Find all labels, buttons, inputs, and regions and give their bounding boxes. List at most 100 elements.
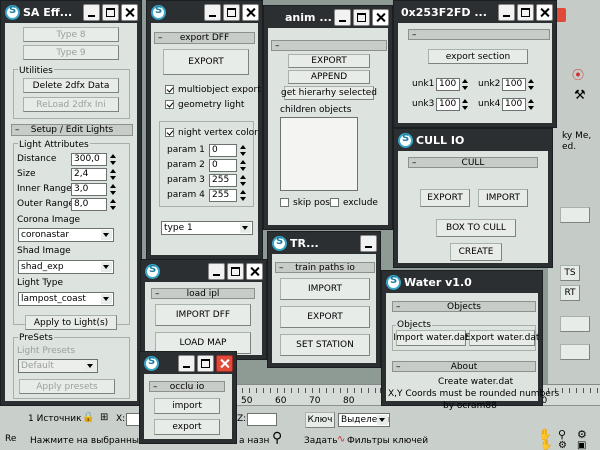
cull-import-button[interactable]: IMPORT <box>478 189 528 207</box>
key-button[interactable]: Ключ <box>305 412 335 428</box>
param1-field[interactable]: 0 <box>209 144 237 157</box>
title-bar[interactable]: anim ... <box>267 6 389 28</box>
param4-field[interactable]: 255 <box>209 189 237 202</box>
occlu-header[interactable]: – occlu io <box>149 381 225 392</box>
right-panel-button[interactable] <box>560 207 590 223</box>
minimize-button[interactable] <box>498 3 515 21</box>
train-export-button[interactable]: EXPORT <box>280 306 370 328</box>
export-button[interactable]: EXPORT <box>163 49 249 75</box>
timeline-ruler[interactable]: 50 60 70 80 <box>235 384 380 406</box>
type8-button[interactable]: Type 8 <box>23 27 119 42</box>
corona-image-dropdown[interactable]: coronastar <box>18 228 114 242</box>
import-water-button[interactable]: Import water.dat <box>393 330 469 346</box>
param1-spinner[interactable] <box>239 144 247 157</box>
about-header[interactable]: – About <box>392 361 536 372</box>
title-bar[interactable]: 0x253F2FD ... <box>397 1 553 23</box>
lock-icon[interactable]: 🔒 <box>82 412 94 423</box>
append-button[interactable]: APPEND <box>288 70 370 84</box>
minimize-button[interactable] <box>83 3 100 21</box>
title-bar[interactable]: SA Eff... <box>4 1 138 23</box>
magnet-icon[interactable]: ⦿ <box>572 66 584 83</box>
title-bar[interactable]: Water v1.0 <box>385 271 539 293</box>
unk1-spinner[interactable] <box>461 78 469 91</box>
cull-header[interactable]: – CULL <box>408 157 538 168</box>
maximize-button[interactable] <box>227 262 244 280</box>
train-import-button[interactable]: IMPORT <box>280 278 370 300</box>
maximize-button[interactable] <box>223 3 240 21</box>
unk2-field[interactable]: 100 <box>502 78 526 91</box>
selection-filter-dropdown[interactable]: Выделенн <box>338 413 390 427</box>
param4-spinner[interactable] <box>239 189 247 202</box>
size-field[interactable]: 2,4 <box>71 168 107 181</box>
night-vertex-checkbox[interactable] <box>165 128 174 137</box>
orbit-icon-2[interactable]: ⚙ <box>558 440 567 450</box>
transform-icon[interactable]: ⊞ <box>100 412 108 423</box>
curve-icon[interactable]: ∿ <box>337 434 345 445</box>
unk1-field[interactable]: 100 <box>436 78 460 91</box>
export-section-button[interactable]: export section <box>428 49 528 64</box>
size-spinner[interactable] <box>109 168 117 181</box>
maximize-button[interactable] <box>517 3 534 21</box>
anim-export-button[interactable]: EXPORT <box>288 54 370 68</box>
load-ipl-header[interactable]: – load ipl <box>151 288 255 299</box>
unk4-field[interactable]: 100 <box>502 98 526 111</box>
maximize-button[interactable] <box>353 8 370 26</box>
close-button[interactable] <box>246 262 263 280</box>
import-dff-button[interactable]: IMPORT DFF <box>155 304 251 326</box>
key-icon[interactable]: ⚲ <box>272 430 282 446</box>
title-bar[interactable]: CULL IO <box>397 129 549 151</box>
minimize-button[interactable] <box>334 8 351 26</box>
exclude-checkbox[interactable] <box>330 198 339 207</box>
get-hierarchy-button[interactable]: get hierarhy selected <box>281 86 377 100</box>
right-panel-button-4[interactable] <box>560 344 590 360</box>
param2-spinner[interactable] <box>239 159 247 172</box>
apply-to-lights-button[interactable]: Apply to Light(s) <box>25 315 117 330</box>
close-button[interactable] <box>372 8 389 26</box>
skip-pos-checkbox[interactable] <box>280 198 289 207</box>
minimize-button[interactable] <box>178 354 195 372</box>
setup-lights-header[interactable]: – Setup / Edit Lights <box>11 124 133 136</box>
unk3-spinner[interactable] <box>461 98 469 111</box>
light-type-dropdown[interactable]: lampost_coast <box>18 292 114 306</box>
z-coord-field[interactable] <box>247 413 277 426</box>
title-bar[interactable] <box>143 352 233 374</box>
title-bar[interactable] <box>144 260 263 282</box>
unk3-field[interactable]: 100 <box>436 98 460 111</box>
maximize-button[interactable] <box>102 3 119 21</box>
hex-rollout-header[interactable]: – <box>408 29 550 40</box>
minimize-button[interactable] <box>360 234 377 252</box>
param2-field[interactable]: 0 <box>209 159 237 172</box>
set-key-label[interactable]: Задать <box>304 436 338 446</box>
export-dff-header[interactable]: – export DFF <box>154 32 255 44</box>
title-bar[interactable]: TR... <box>271 232 377 254</box>
close-button[interactable] <box>536 3 553 21</box>
geometry-light-checkbox[interactable] <box>165 100 174 109</box>
pan-icon[interactable]: ✋ <box>540 440 552 450</box>
unk4-spinner[interactable] <box>527 98 535 111</box>
maximize-icon[interactable]: ▣ <box>577 440 586 450</box>
close-button[interactable] <box>216 354 233 372</box>
objects-header[interactable]: – Objects <box>392 301 536 312</box>
type-dropdown[interactable]: type 1 <box>161 221 253 235</box>
distance-spinner[interactable] <box>109 153 117 166</box>
param3-field[interactable]: 255 <box>209 174 237 187</box>
occlu-import-button[interactable]: import <box>154 398 220 414</box>
close-button[interactable] <box>242 3 259 21</box>
export-water-button[interactable]: Export water.dat <box>465 330 539 346</box>
distance-field[interactable]: 300,0 <box>71 153 107 166</box>
close-button[interactable] <box>121 3 138 21</box>
delete-2dfx-button[interactable]: Delete 2dfx Data <box>23 78 119 93</box>
right-panel-button-ts[interactable]: TS <box>560 265 580 281</box>
train-paths-header[interactable]: – train paths io <box>275 262 375 273</box>
title-bar[interactable] <box>150 1 259 23</box>
inner-range-spinner[interactable] <box>109 183 117 196</box>
key-filters-label[interactable]: Фильтры ключей <box>347 436 428 446</box>
preset-dropdown[interactable]: Default <box>18 359 98 373</box>
minimize-button[interactable] <box>208 262 225 280</box>
cull-export-button[interactable]: EXPORT <box>420 189 470 207</box>
children-objects-list[interactable] <box>280 117 358 191</box>
box-to-cull-button[interactable]: BOX TO CULL <box>436 219 516 237</box>
right-panel-button-rt[interactable]: RT <box>560 285 580 301</box>
apply-presets-button[interactable]: Apply presets <box>19 379 115 394</box>
unk2-spinner[interactable] <box>527 78 535 91</box>
